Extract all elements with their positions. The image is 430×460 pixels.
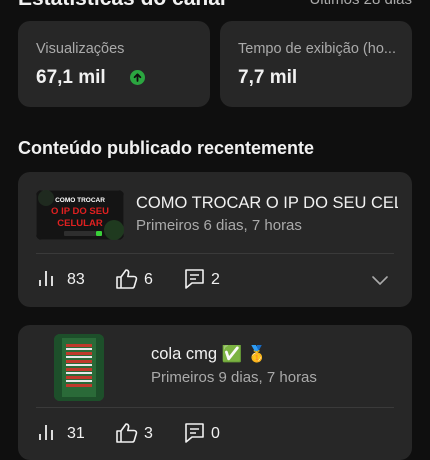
views-count: 83 <box>67 271 85 288</box>
thumbs-up-icon <box>115 422 139 449</box>
video-title[interactable]: cola cmg ✅ 🥇 <box>151 345 401 364</box>
trend-up-icon <box>130 70 145 85</box>
video-subtitle: Primeiros 9 dias, 7 horas <box>151 369 317 386</box>
views-count: 31 <box>67 425 85 442</box>
divider <box>36 253 394 254</box>
stat-card-views[interactable]: Visualizações 67,1 mil <box>18 21 210 107</box>
bar-chart-icon <box>38 268 60 293</box>
comments-count: 2 <box>211 271 220 288</box>
bar-chart-icon <box>38 422 60 447</box>
video-card[interactable]: cola cmg ✅ 🥇 Primeiros 9 dias, 7 horas 3… <box>18 325 412 460</box>
comments-count: 0 <box>211 425 220 442</box>
thumb-line-2: O IP DO SEU <box>51 206 109 217</box>
thumb-line-3: CELULAR <box>57 218 103 229</box>
stat-value: 7,7 mil <box>238 67 298 88</box>
stat-label: Tempo de exibição (ho... <box>238 41 396 57</box>
likes-count: 3 <box>144 425 153 442</box>
video-card[interactable]: COMO TROCAR O IP DO SEU CELULAR COMO TRO… <box>18 172 412 307</box>
video-thumbnail[interactable]: COMO TROCAR O IP DO SEU CELULAR <box>36 190 124 240</box>
comment-icon <box>184 422 206 449</box>
thumbs-up-icon <box>115 268 139 295</box>
comment-icon <box>184 268 206 295</box>
divider <box>36 407 394 408</box>
page-title: Estatísticas do canal <box>18 0 226 11</box>
stat-label: Visualizações <box>36 41 125 57</box>
thumb-line-1: COMO TROCAR <box>55 197 105 204</box>
stat-value: 67,1 mil <box>36 67 106 88</box>
section-title: Conteúdo publicado recentemente <box>18 138 315 158</box>
chevron-down-icon[interactable] <box>372 273 388 291</box>
likes-count: 6 <box>144 271 153 288</box>
video-thumbnail[interactable] <box>54 334 104 401</box>
date-range[interactable]: Últimos 28 dias <box>309 0 412 8</box>
video-subtitle: Primeiros 6 dias, 7 horas <box>136 217 302 234</box>
video-title[interactable]: COMO TROCAR O IP DO SEU CEL... <box>136 194 398 213</box>
stat-card-watch-time[interactable]: Tempo de exibição (ho... 7,7 mil <box>220 21 412 107</box>
